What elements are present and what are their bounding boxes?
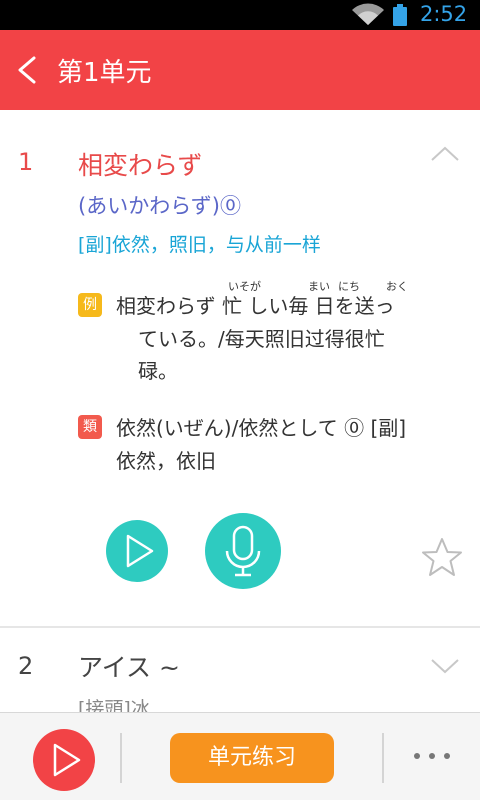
- clock: 2:52: [420, 2, 468, 26]
- play-audio-button[interactable]: [106, 520, 168, 582]
- word-card[interactable]: 2 アイス ~ [接頭]冰: [0, 628, 480, 712]
- more-icon[interactable]: [410, 749, 454, 763]
- microphone-icon: [225, 525, 261, 577]
- chevron-down-icon[interactable]: [428, 656, 462, 676]
- word-text: アイス ~: [78, 653, 180, 682]
- chevron-up-icon[interactable]: [428, 144, 462, 164]
- example-tag: 例: [78, 293, 102, 317]
- status-bar: 2:52: [0, 0, 480, 30]
- back-arrow-icon[interactable]: [12, 50, 42, 90]
- similar-tag: 類: [78, 415, 102, 439]
- similar-words: 依然，依旧: [116, 449, 216, 473]
- example-sentence: 碌。: [138, 359, 178, 383]
- unit-practice-button[interactable]: 单元练习: [170, 733, 334, 783]
- similar-words: 依然(いぜん)/依然として ⓪ [副]: [116, 416, 407, 440]
- divider: [382, 733, 384, 783]
- word-meaning: [副]依然，照旧，与从前一样: [78, 234, 321, 256]
- app-header: 第1单元: [0, 30, 480, 110]
- star-icon[interactable]: [421, 537, 463, 577]
- word-meaning: [接頭]冰: [78, 698, 150, 712]
- play-icon: [126, 534, 154, 568]
- page-title: 第1单元: [57, 58, 152, 88]
- bottom-toolbar: 单元练习: [0, 712, 480, 800]
- word-text: 相変わらず: [78, 151, 203, 180]
- word-number: 1: [18, 148, 34, 176]
- word-card: 1 相変わらず (あいかわらず)⓪ [副]依然，照旧，与从前一样 例 いそが ま…: [0, 110, 480, 626]
- wifi-icon: [352, 3, 384, 25]
- divider: [120, 733, 122, 783]
- word-number: 2: [18, 652, 34, 680]
- word-reading: (あいかわらず)⓪: [78, 194, 241, 218]
- record-button[interactable]: [205, 513, 281, 589]
- battery-icon: [393, 4, 407, 26]
- example-sentence: 相変わらず 忙 しい毎 日を送っ: [116, 294, 395, 318]
- play-icon: [53, 743, 81, 777]
- play-all-button[interactable]: [33, 729, 95, 791]
- example-sentence: ている。/每天照旧过得很忙: [138, 327, 385, 351]
